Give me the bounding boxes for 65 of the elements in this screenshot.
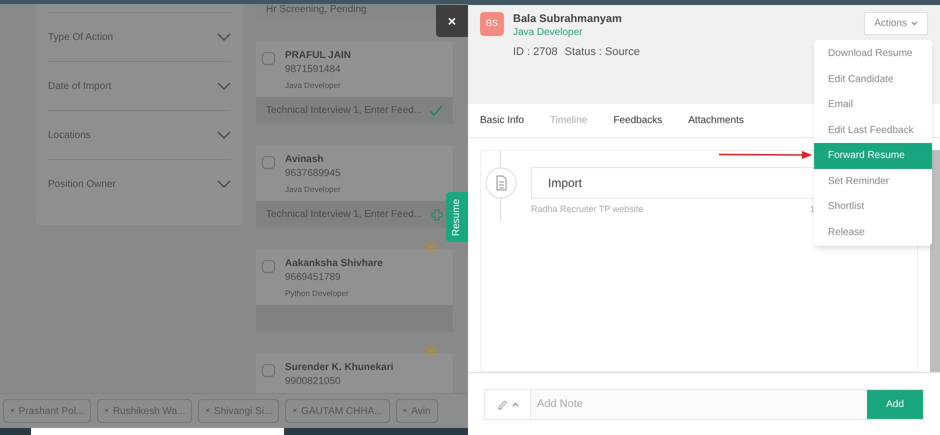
note-input[interactable]: Add Note [531, 390, 867, 418]
menu-item[interactable]: Edit Candidate [814, 66, 932, 92]
candidate-card[interactable]: PRAFUL JAIN 9871591484 Java Developer [256, 41, 453, 97]
candidate-card[interactable]: Avinash 9637689945 Java Developer [256, 145, 453, 201]
candidate-card[interactable]: Surender K. Khunekari 9900821050 [256, 353, 453, 393]
menu-item[interactable]: Edit Last Feedback [814, 118, 932, 143]
tab[interactable]: Feedbacks [613, 113, 662, 128]
job-title: Java Developer [285, 184, 341, 196]
menu-item[interactable]: Forward Resume [814, 143, 932, 168]
event-source: Radha Recruiter TP website [531, 203, 644, 216]
status-text: Hr Screening, Pending [266, 4, 367, 16]
checkbox[interactable] [262, 364, 275, 377]
candidate-status: Status : Source [564, 45, 640, 60]
filter-dropdown[interactable]: Position Owner [48, 159, 231, 208]
phone-number: 9871591484 [285, 63, 342, 77]
close-button[interactable]: × [436, 5, 468, 37]
pencil-icon [496, 398, 508, 410]
tab[interactable]: Timeline [550, 113, 588, 128]
eye-icon[interactable] [425, 241, 437, 253]
candidate-name: PRAFUL JAIN [285, 49, 351, 63]
remove-icon[interactable]: × [292, 405, 298, 417]
checkbox[interactable] [262, 156, 275, 169]
actions-button[interactable]: Actions [864, 12, 928, 35]
check-icon [429, 105, 443, 116]
menu-item[interactable]: Download Resume [814, 41, 932, 66]
phone-number: 9669451789 [285, 271, 342, 285]
candidate-name: Surender K. Khunekari [285, 361, 394, 375]
remove-icon[interactable]: × [104, 405, 109, 417]
eye-icon[interactable] [425, 345, 437, 357]
event-date: 1 [810, 203, 816, 216]
menu-item[interactable]: Email [814, 92, 932, 118]
checkbox[interactable] [262, 260, 275, 273]
filter-dropdown[interactable]: Locations [48, 110, 231, 159]
chevron-up-icon [512, 402, 518, 406]
chevron-down-icon [217, 131, 231, 139]
candidate-name: Avinash [285, 153, 325, 167]
chevron-down-icon [911, 21, 918, 26]
candidate-name: Bala Subrahmanyam [513, 12, 623, 26]
tab[interactable]: Basic Info [480, 113, 524, 128]
menu-item[interactable]: Set Reminder [814, 168, 932, 194]
tab[interactable]: Attachments [688, 113, 744, 128]
remove-icon[interactable]: × [402, 405, 408, 417]
menu-item[interactable]: Shortlist [814, 194, 932, 220]
chevron-down-icon [217, 33, 231, 41]
job-title: Python Developer [285, 288, 350, 300]
candidate-id: ID : 2708 [513, 45, 558, 60]
chevron-down-icon [217, 82, 231, 90]
remove-icon[interactable]: × [10, 405, 15, 417]
scrollbar[interactable] [930, 150, 940, 372]
remove-icon[interactable]: × [205, 405, 210, 417]
phone-number: 9900821050 [285, 375, 342, 389]
job-title: Java Developer [285, 80, 342, 92]
menu-item[interactable]: Release [814, 220, 932, 245]
filter-dropdown[interactable]: Date of Import [48, 61, 231, 110]
filter-dropdown[interactable]: Type Of Action [48, 12, 231, 61]
candidate-card[interactable]: Aakanksha Shivhare 9669451789 Python Developer [256, 249, 453, 305]
add-button[interactable]: Add [867, 390, 923, 418]
chevron-down-icon [217, 180, 231, 188]
avatar-initials: BS [480, 12, 504, 36]
job-title: Java Developer [513, 26, 584, 39]
event-title: Import [548, 175, 582, 192]
checkbox[interactable] [262, 52, 275, 65]
candidate-name: Aakanksha Shivhare [285, 257, 383, 271]
phone-number: 9637689945 [285, 167, 341, 181]
resume-tab[interactable]: Resume [446, 192, 468, 242]
